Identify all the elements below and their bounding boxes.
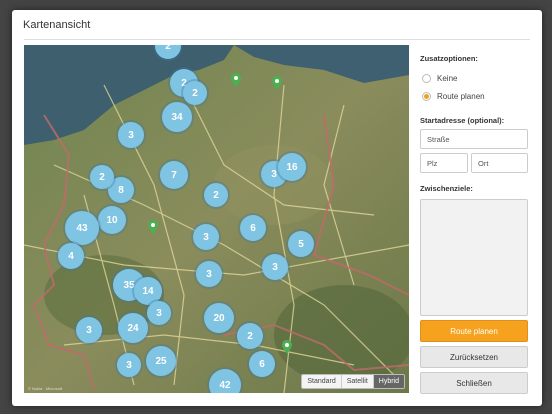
zip-input[interactable]: Plz <box>420 153 468 173</box>
map-copyright: © Nokia · Microsoft <box>28 386 63 391</box>
map-cluster-marker[interactable]: 6 <box>249 351 275 377</box>
reset-button[interactable]: Zurücksetzen <box>420 346 528 368</box>
location-pin-icon[interactable] <box>272 76 282 90</box>
dialog-title: Kartenansicht <box>23 19 91 31</box>
close-button[interactable]: Schließen <box>420 372 528 394</box>
map-cluster-marker[interactable]: 3 <box>196 261 222 287</box>
map-cluster-marker[interactable]: 3 <box>147 301 171 325</box>
map-cluster-marker[interactable]: 20 <box>204 303 234 333</box>
map-cluster-marker[interactable]: 5 <box>288 231 314 257</box>
map-type-hybrid[interactable]: Hybrid <box>373 375 404 388</box>
street-input[interactable]: Straße <box>420 129 528 149</box>
map-cluster-marker[interactable]: 3 <box>76 317 102 343</box>
map-cluster-marker[interactable]: 4 <box>58 243 84 269</box>
map-cluster-marker[interactable]: 3 <box>262 254 288 280</box>
option-route-label: Route planen <box>437 92 485 101</box>
map-cluster-marker[interactable]: 16 <box>278 153 306 181</box>
map-cluster-marker[interactable]: 42 <box>209 369 241 393</box>
radio-none[interactable] <box>422 74 431 83</box>
map-cluster-marker[interactable]: 2 <box>204 183 228 207</box>
map-cluster-marker[interactable]: 10 <box>98 206 126 234</box>
map-cluster-marker[interactable]: 3 <box>193 224 219 250</box>
map-cluster-marker[interactable]: 25 <box>146 346 176 376</box>
location-pin-icon[interactable] <box>148 220 158 234</box>
map-cluster-marker[interactable]: 6 <box>240 215 266 241</box>
map-cluster-marker[interactable]: 24 <box>118 313 148 343</box>
option-route[interactable]: Route planen <box>422 92 485 101</box>
plan-route-button[interactable]: Route planen <box>420 320 528 342</box>
waypoints-label: Zwischenziele: <box>420 184 473 193</box>
map-cluster-marker[interactable]: 7 <box>160 161 188 189</box>
map-type-standard[interactable]: Standard <box>302 375 342 388</box>
radio-route[interactable] <box>422 92 431 101</box>
map-type-switcher: Standard Satellit Hybrid <box>301 374 405 389</box>
map-cluster-marker[interactable]: 43 <box>65 211 99 245</box>
map-cluster-marker[interactable]: 2 <box>183 81 207 105</box>
map-cluster-marker[interactable]: 3 <box>117 353 141 377</box>
map-cluster-marker[interactable]: 34 <box>162 102 192 132</box>
waypoints-field[interactable] <box>420 199 528 316</box>
map-cluster-marker[interactable]: 3 <box>118 122 144 148</box>
map-type-satellite[interactable]: Satellit <box>341 375 374 388</box>
map-cluster-marker[interactable]: 2 <box>237 323 263 349</box>
map-view[interactable]: © Nokia · Microsoft 2 2 2 34 3 2 8 7 3 16 2 10 43 6 4 3… <box>24 45 409 393</box>
start-address-label: Startadresse (optional): <box>420 116 505 125</box>
title-divider <box>24 39 530 40</box>
map-cluster-marker[interactable]: 2 <box>90 165 114 189</box>
extra-options-label: Zusatzoptionen: <box>420 54 478 63</box>
option-none-label: Keine <box>437 74 458 83</box>
radio-selected-dot <box>424 94 429 99</box>
city-input[interactable]: Ort <box>471 153 528 173</box>
option-none[interactable]: Keine <box>422 74 457 83</box>
location-pin-icon[interactable] <box>231 73 241 87</box>
location-pin-icon[interactable] <box>282 340 292 354</box>
map-dialog: Kartenansicht © Nokia · Microsoft 2 2 2 … <box>12 10 542 406</box>
